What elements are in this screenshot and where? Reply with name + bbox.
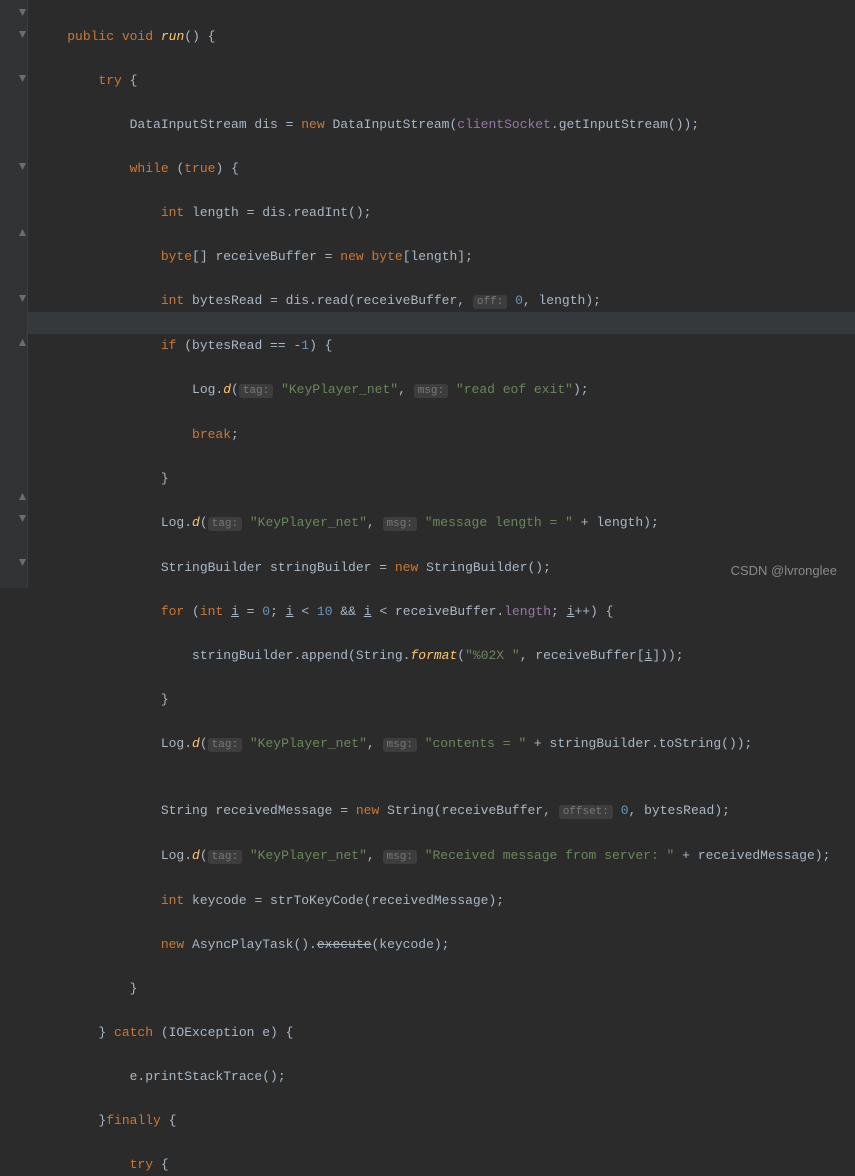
code-line: while (true) {: [36, 158, 855, 180]
code-line: }finally {: [36, 1110, 855, 1132]
code-line: }: [36, 468, 855, 490]
fold-icon[interactable]: [19, 229, 26, 236]
fold-icon[interactable]: [19, 493, 26, 500]
param-hint: tag:: [208, 850, 242, 864]
fold-icon[interactable]: [19, 75, 26, 82]
param-hint: msg:: [383, 517, 417, 531]
code-line: e.printStackTrace();: [36, 1066, 855, 1088]
fold-icon[interactable]: [19, 163, 26, 170]
code-line: Log.d(tag: "KeyPlayer_net", msg: "messag…: [36, 512, 855, 535]
param-hint: tag:: [208, 738, 242, 752]
code-line: new AsyncPlayTask().execute(keycode);: [36, 934, 855, 956]
code-line: byte[] receiveBuffer = new byte[length];: [36, 246, 855, 268]
code-line: if (bytesRead == -1) {: [36, 335, 855, 357]
gutter: [0, 0, 28, 588]
code-line: try {: [36, 1154, 855, 1176]
code-line: }: [36, 689, 855, 711]
fold-icon[interactable]: [19, 9, 26, 16]
code-line: int keycode = strToKeyCode(receivedMessa…: [36, 890, 855, 912]
code-line: for (int i = 0; i < 10 && i < receiveBuf…: [36, 601, 855, 623]
code-line: Log.d(tag: "KeyPlayer_net", msg: "read e…: [36, 379, 855, 402]
code-line: public void run() {: [36, 26, 855, 48]
fold-icon[interactable]: [19, 559, 26, 566]
fold-icon[interactable]: [19, 31, 26, 38]
param-hint: msg:: [383, 738, 417, 752]
code-line: stringBuilder.append(String.format("%02X…: [36, 645, 855, 667]
code-line: int length = dis.readInt();: [36, 202, 855, 224]
param-hint: tag:: [208, 517, 242, 531]
code-line: } catch (IOException e) {: [36, 1022, 855, 1044]
param-hint: msg:: [414, 384, 448, 398]
code-editor[interactable]: public void run() { try { DataInputStrea…: [0, 0, 855, 1176]
fold-icon[interactable]: [19, 515, 26, 522]
code-line: }: [36, 978, 855, 1000]
code-line: String receivedMessage = new String(rece…: [36, 800, 855, 823]
param-hint: msg:: [383, 850, 417, 864]
code-line: try {: [36, 70, 855, 92]
code-line: break;: [36, 424, 855, 446]
code-line: DataInputStream dis = new DataInputStrea…: [36, 114, 855, 136]
param-hint: tag:: [239, 384, 273, 398]
param-hint: offset:: [559, 805, 613, 819]
param-hint: off:: [473, 295, 507, 309]
fold-icon[interactable]: [19, 339, 26, 346]
watermark: CSDN @lvronglee: [731, 563, 837, 578]
code-line: int bytesRead = dis.read(receiveBuffer, …: [36, 290, 855, 313]
fold-icon[interactable]: [19, 295, 26, 302]
code-line: Log.d(tag: "KeyPlayer_net", msg: "Receiv…: [36, 845, 855, 868]
code-line: Log.d(tag: "KeyPlayer_net", msg: "conten…: [36, 733, 855, 756]
